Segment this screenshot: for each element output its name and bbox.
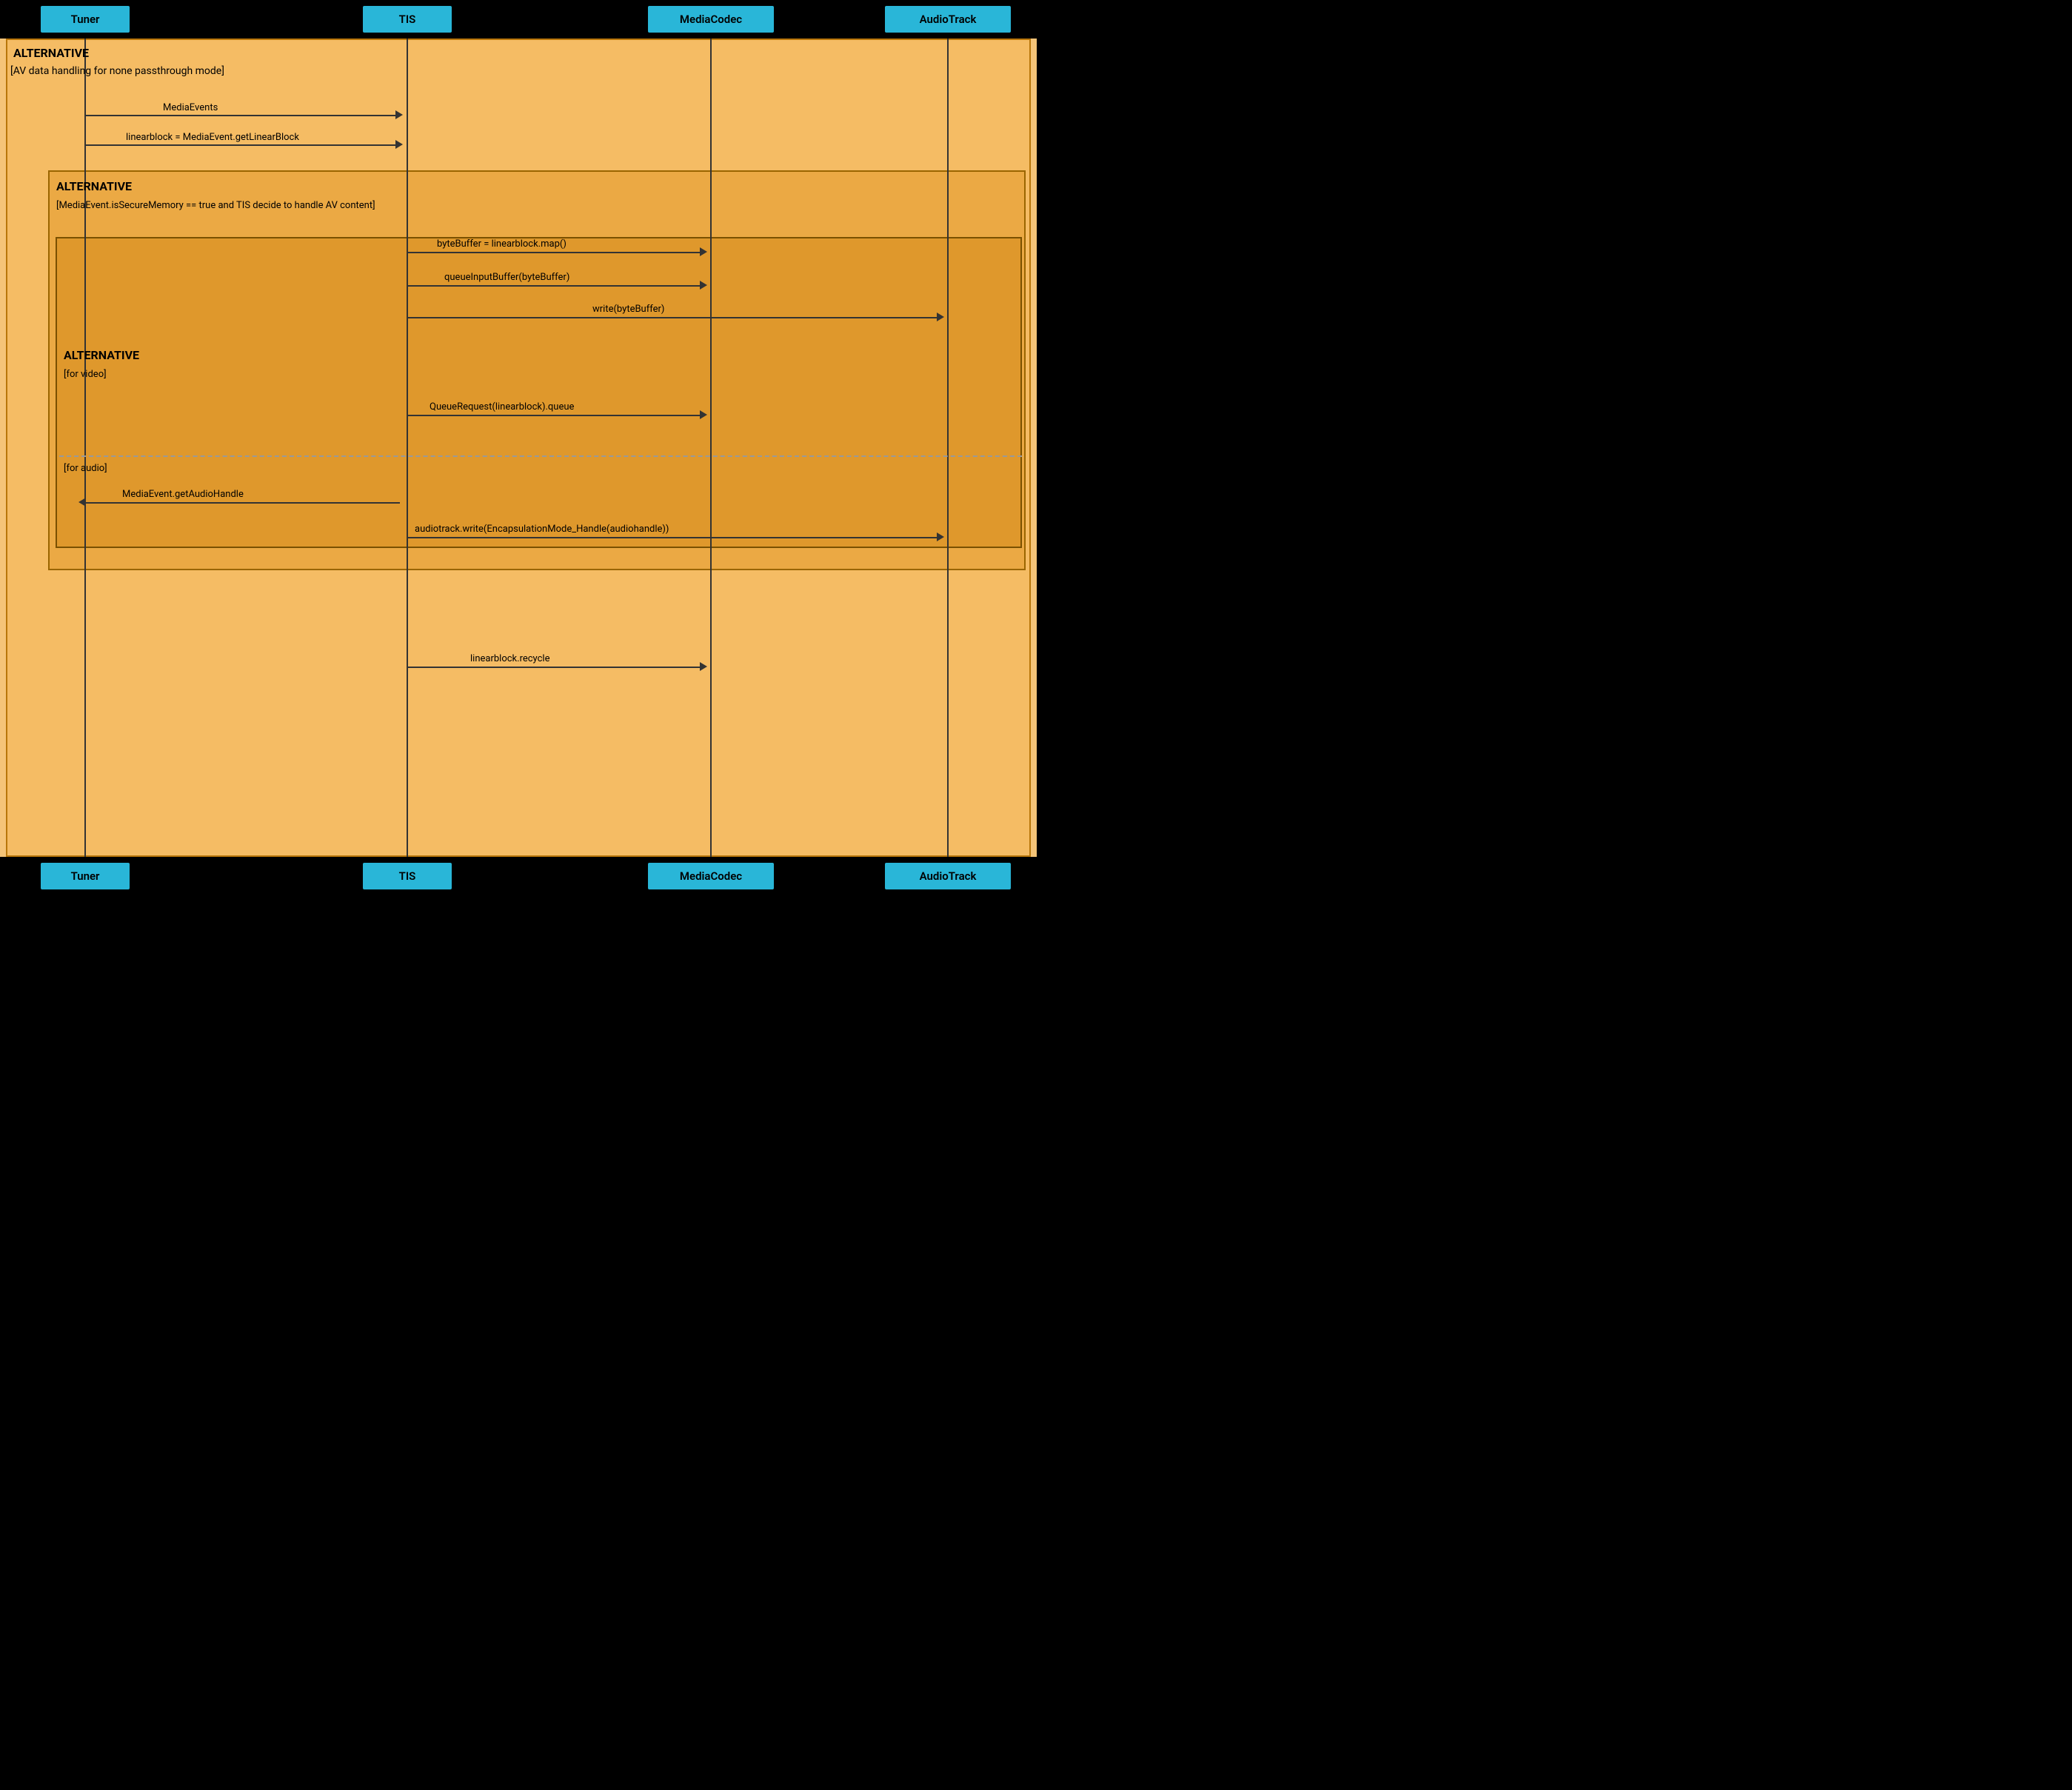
tis-label-bottom: TIS [399, 869, 416, 883]
inner-alt1-condition: [MediaEvent.isSecureMemory == true and T… [56, 200, 375, 211]
msg3-line [408, 252, 704, 253]
audiotrack-actor-top: AudioTrack [885, 6, 1011, 33]
msg1-label: MediaEvents [163, 102, 218, 113]
msg5-label: write(byteBuffer) [592, 304, 664, 315]
msg4-label: queueInputBuffer(byteBuffer) [444, 272, 569, 283]
msg1-arrowhead [395, 110, 403, 119]
msg9-arrowhead [700, 662, 707, 671]
audio-divider [59, 455, 1022, 457]
msg7-line [86, 502, 400, 504]
tis-actor-top: TIS [363, 6, 452, 33]
audiotrack-actor-bottom: AudioTrack [885, 863, 1011, 889]
outer-alt-label: ALTERNATIVE [13, 46, 89, 60]
msg9-label: linearblock.recycle [470, 653, 549, 664]
inner-alt1-label: ALTERNATIVE [56, 179, 132, 193]
mediacodec-label-top: MediaCodec [680, 13, 742, 26]
tis-actor-bottom: TIS [363, 863, 452, 889]
msg2-line [86, 144, 400, 146]
tis-lifeline [407, 39, 408, 857]
msg8-label: audiotrack.write(EncapsulationMode_Handl… [415, 524, 669, 535]
msg8-arrowhead [937, 532, 944, 541]
inner-alt2-condition-audio: [for audio] [64, 463, 107, 474]
msg6-line [408, 415, 704, 416]
msg6-arrowhead [700, 410, 707, 419]
mediacodec-actor-bottom: MediaCodec [648, 863, 774, 889]
msg1-line [86, 115, 400, 116]
mediacodec-lifeline [710, 39, 712, 857]
audiotrack-label-bottom: AudioTrack [920, 869, 977, 883]
msg3-arrowhead [700, 247, 707, 256]
audiotrack-lifeline [947, 39, 949, 857]
audiotrack-label-top: AudioTrack [920, 13, 977, 26]
mediacodec-actor-top: MediaCodec [648, 6, 774, 33]
msg8-line [408, 537, 941, 538]
msg5-arrowhead [937, 313, 944, 321]
mediacodec-label-bottom: MediaCodec [680, 869, 742, 883]
msg7-label: MediaEvent.getAudioHandle [122, 489, 244, 500]
tuner-label-top: Tuner [71, 13, 100, 26]
tuner-actor-top: Tuner [41, 6, 130, 33]
tis-label-top: TIS [399, 13, 416, 26]
msg6-label: QueueRequest(linearblock).queue [430, 401, 574, 413]
msg7-arrowhead [78, 498, 86, 507]
msg3-label: byteBuffer = linearblock.map() [437, 238, 567, 250]
outer-alt-condition: [AV data handling for none passthrough m… [10, 65, 224, 77]
tuner-actor-bottom: Tuner [41, 863, 130, 889]
inner-alt2-condition-video: [for video] [64, 369, 107, 380]
msg4-arrowhead [700, 281, 707, 290]
tuner-lifeline [84, 39, 86, 857]
msg2-arrowhead [395, 140, 403, 149]
sequence-diagram: Tuner TIS MediaCodec AudioTrack Tuner TI… [0, 0, 1037, 895]
tuner-label-bottom: Tuner [71, 869, 100, 883]
inner-alt-fragment2 [56, 237, 1022, 548]
inner-alt2-label: ALTERNATIVE [64, 348, 139, 362]
msg2-label: linearblock = MediaEvent.getLinearBlock [126, 132, 299, 143]
msg4-line [408, 285, 704, 287]
msg5-line [408, 317, 941, 318]
msg9-line [408, 667, 704, 668]
